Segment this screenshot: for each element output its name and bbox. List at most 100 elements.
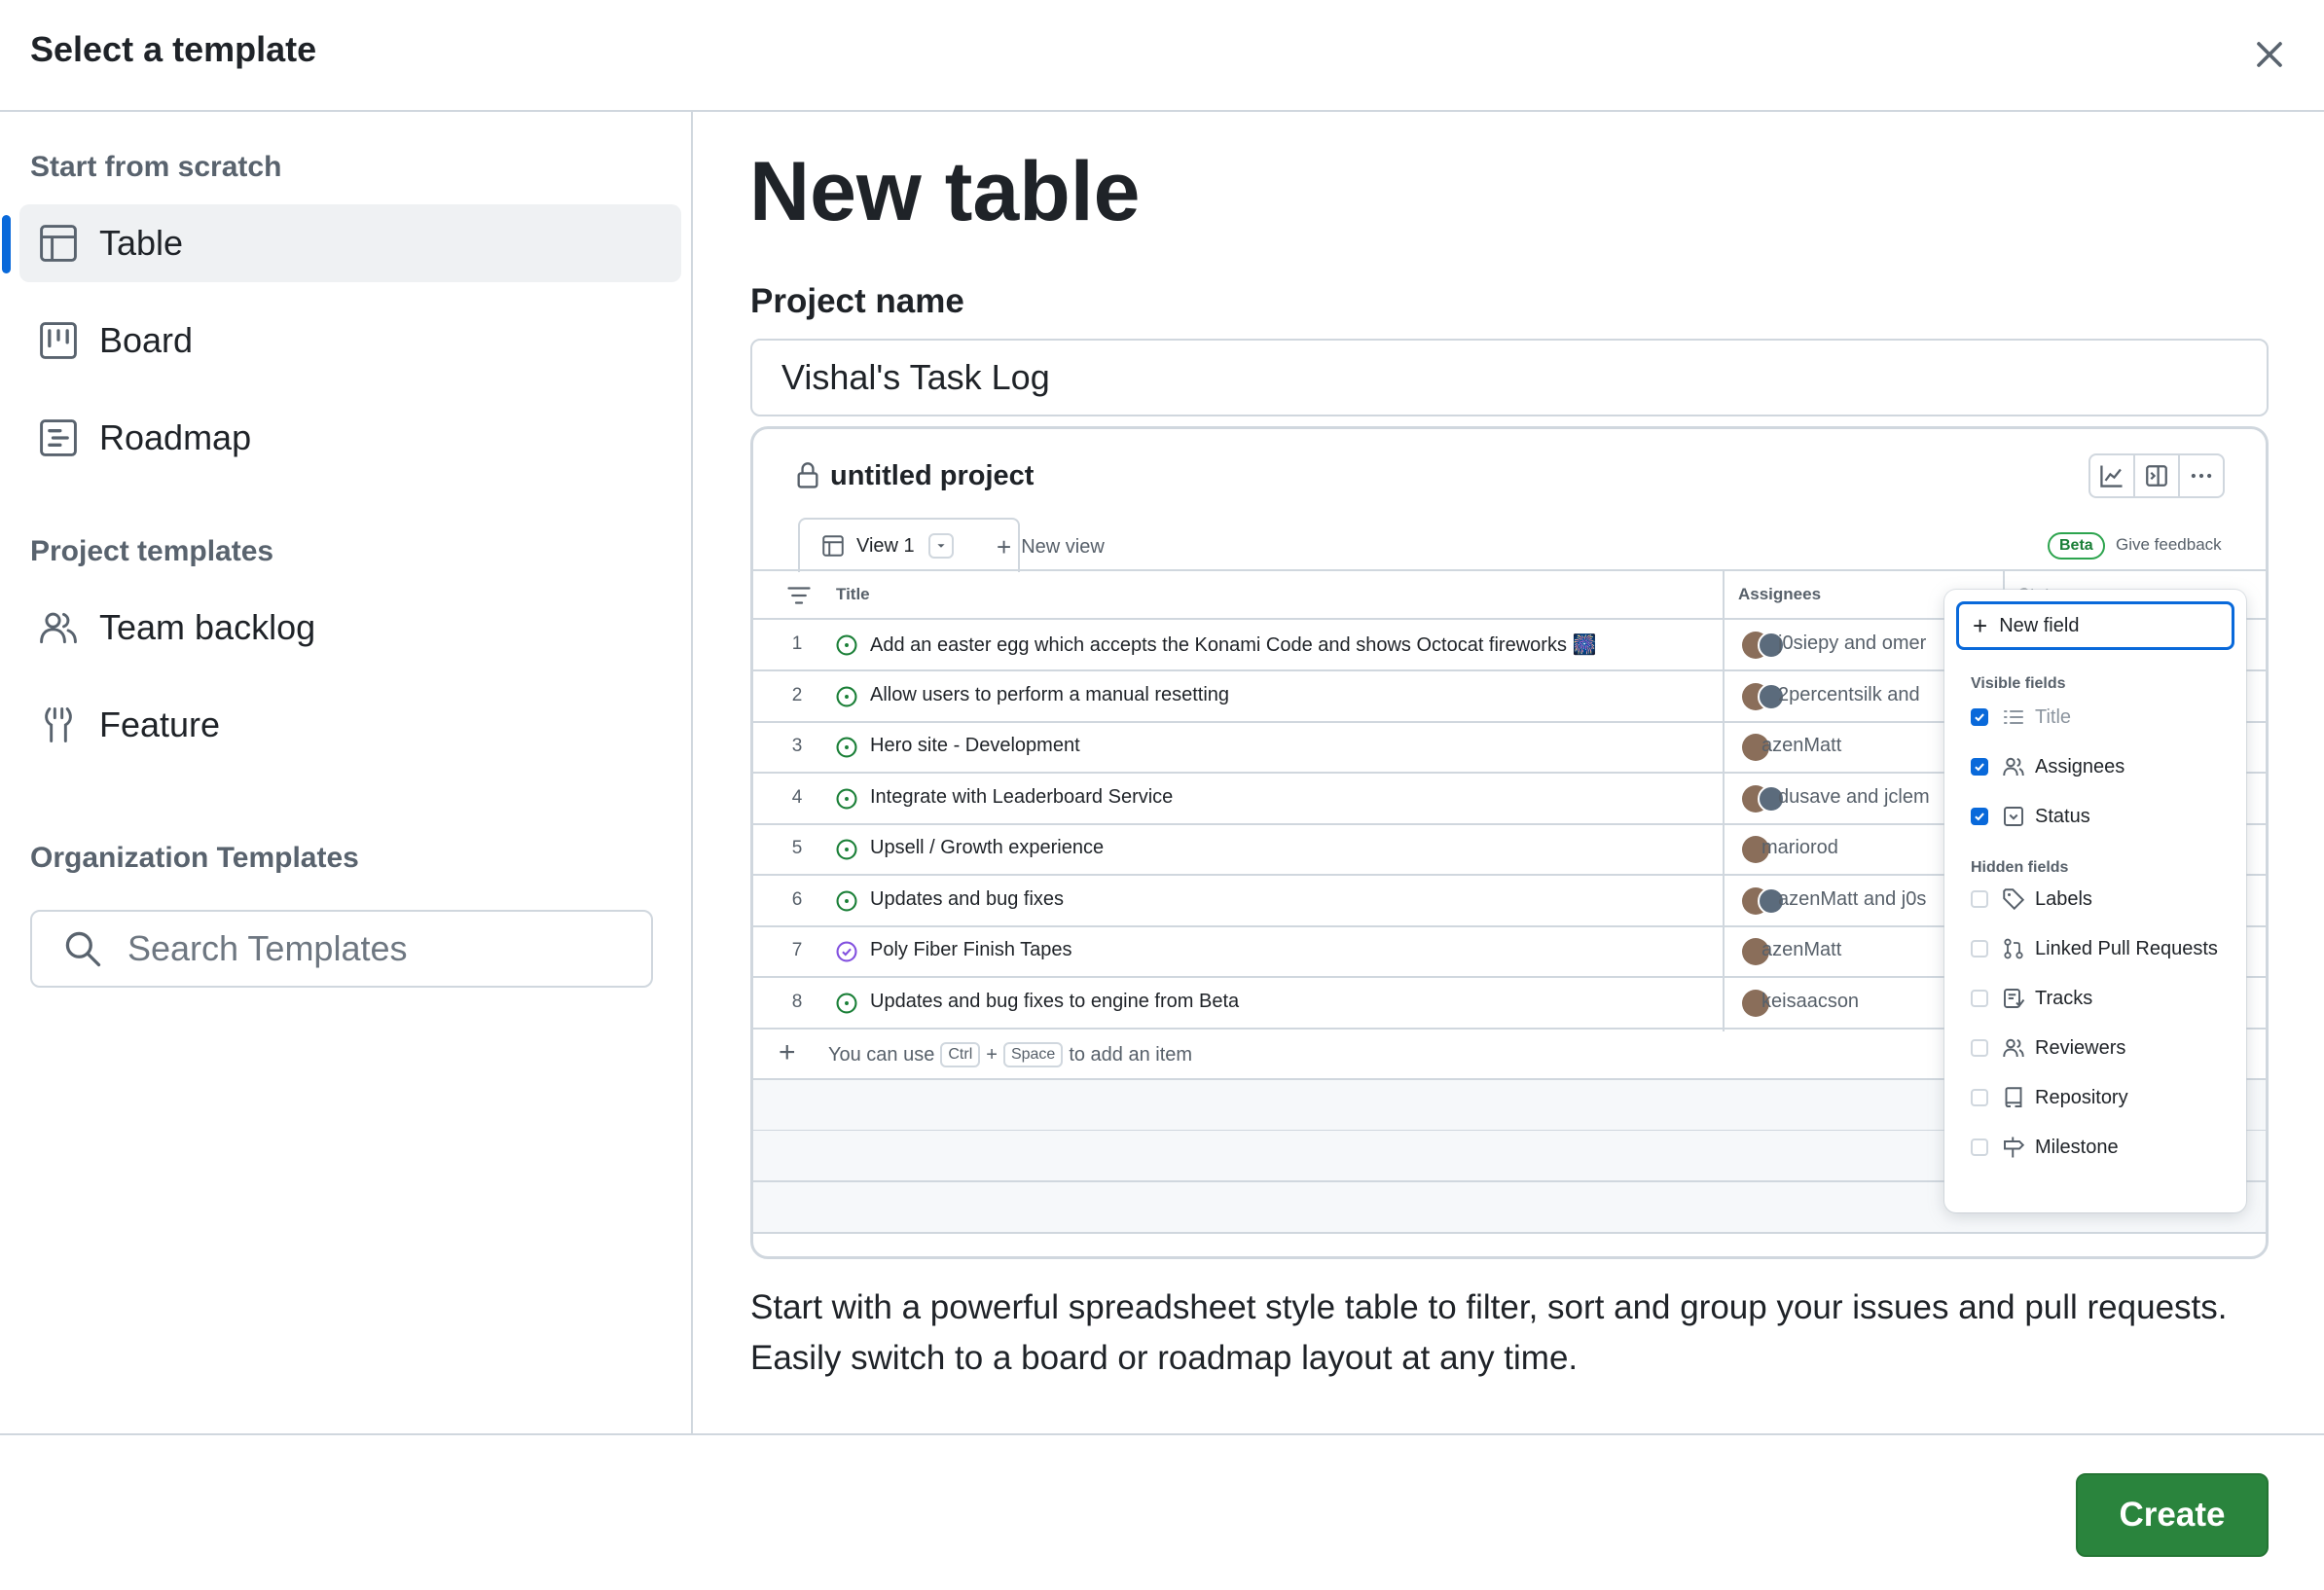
column-assignees: Assignees xyxy=(1738,585,1822,603)
dialog-footer xyxy=(0,1433,2324,1590)
checkbox-unchecked xyxy=(1971,940,1988,958)
new-field-label: New field xyxy=(1999,614,2080,636)
row-number: 1 xyxy=(791,633,803,654)
kbd-ctrl: Ctrl xyxy=(940,1042,981,1067)
people-icon xyxy=(2002,755,2025,778)
row-title: Hero site - Development xyxy=(870,735,1080,756)
field-item-status: Status xyxy=(1971,802,2090,831)
row-assignees: j0siepy and omer xyxy=(1778,632,1927,654)
template-description: Start with a powerful spreadsheet style … xyxy=(750,1288,2228,1377)
new-field-input: + New field xyxy=(1956,601,2234,650)
row-assignees: mariorod xyxy=(1761,837,1838,858)
list-icon xyxy=(2002,705,2025,729)
selected-indicator xyxy=(2,215,11,273)
people-icon xyxy=(37,606,80,649)
template-item-table[interactable]: Table xyxy=(19,204,681,282)
dialog-header: Select a template xyxy=(0,0,2324,112)
org-templates-heading: Organization Templates xyxy=(30,842,359,874)
row-title: Updates and bug fixes xyxy=(870,887,1065,910)
row-number: 8 xyxy=(791,991,803,1012)
add-item-plus: + xyxy=(986,1043,998,1066)
issue-opened-icon xyxy=(836,685,857,707)
triangle-down-icon xyxy=(927,533,954,559)
add-item-prefix: You can use xyxy=(828,1043,935,1066)
template-item-team-backlog[interactable]: Team backlog xyxy=(19,589,681,667)
row-assignees: keisaacson xyxy=(1761,990,1860,1012)
fields-menu: + New field Visible fields Title Assigne… xyxy=(1944,590,2246,1212)
sidebar-expand-icon xyxy=(2135,455,2180,496)
field-item-tracks: Tracks xyxy=(1971,984,2092,1013)
checkbox-checked xyxy=(1971,808,1988,825)
row-number: 5 xyxy=(791,838,803,858)
template-item-roadmap[interactable]: Roadmap xyxy=(19,399,681,477)
field-item-repository: Repository xyxy=(1971,1083,2128,1112)
field-label: Repository xyxy=(2035,1086,2128,1108)
kebab-horizontal-icon xyxy=(2180,455,2223,496)
search-templates-field[interactable] xyxy=(30,910,653,988)
template-preview: untitled project View 1 + New view Beta … xyxy=(750,426,2269,1259)
project-templates-heading: Project templates xyxy=(30,535,274,567)
search-input[interactable] xyxy=(126,927,635,970)
issue-opened-icon xyxy=(836,737,857,758)
template-title: New table xyxy=(749,145,1141,238)
row-number: 7 xyxy=(791,940,803,960)
tracks-icon xyxy=(2002,987,2025,1010)
row-assignees: dusave and jclem xyxy=(1778,785,1930,808)
issue-opened-icon xyxy=(836,634,857,656)
search-icon xyxy=(61,927,104,970)
row-title: Upsell / Growth experience xyxy=(870,837,1105,858)
field-item-title: Title xyxy=(1971,703,2071,732)
template-item-label: Team backlog xyxy=(99,607,316,647)
field-label: Labels xyxy=(2035,887,2092,910)
template-item-feature[interactable]: Feature xyxy=(19,686,681,764)
field-label: Linked Pull Requests xyxy=(2035,937,2218,959)
kbd-space: Space xyxy=(1002,1042,1064,1067)
field-label: Reviewers xyxy=(2035,1036,2126,1059)
column-divider xyxy=(1723,569,1725,1031)
preview-view-tab: View 1 xyxy=(798,518,1020,572)
close-button[interactable] xyxy=(2248,33,2291,76)
field-item-labels: Labels xyxy=(1971,885,2092,914)
template-item-label: Feature xyxy=(99,705,221,744)
preview-beta-badge: Beta xyxy=(2048,532,2105,560)
field-item-milestone: Milestone xyxy=(1971,1133,2119,1162)
visible-fields-heading: Visible fields xyxy=(1971,675,2066,692)
row-number: 6 xyxy=(791,888,803,910)
row-title: Add an easter egg which accepts the Kona… xyxy=(870,634,1597,656)
row-title: Updates and bug fixes to engine from Bet… xyxy=(870,990,1240,1012)
plus-icon: + xyxy=(997,532,1012,561)
people-icon xyxy=(2002,1036,2025,1060)
field-item-linked-pull-requests: Linked Pull Requests xyxy=(1971,934,2218,963)
scratch-heading: Start from scratch xyxy=(30,151,282,183)
row-title: Poly Fiber Finish Tapes xyxy=(870,939,1072,960)
field-label: Milestone xyxy=(2035,1136,2119,1158)
preview-toolbar xyxy=(2088,453,2225,498)
row-assignees: azenMatt xyxy=(1761,939,1842,960)
issue-opened-icon xyxy=(836,839,857,860)
create-button[interactable]: Create xyxy=(2076,1473,2269,1557)
project-name-label: Project name xyxy=(750,282,964,320)
field-item-assignees: Assignees xyxy=(1971,752,2124,781)
row-assignees: 2percentsilk and xyxy=(1778,683,1920,705)
issue-opened-icon xyxy=(836,787,857,810)
row-number: 4 xyxy=(791,786,803,808)
template-item-label: Board xyxy=(99,320,194,360)
field-item-reviewers: Reviewers xyxy=(1971,1033,2125,1063)
row-assignees: azenMatt and j0s xyxy=(1778,887,1927,910)
row-title: Integrate with Leaderboard Service xyxy=(870,785,1174,808)
graph-icon xyxy=(2090,455,2135,496)
checkbox-unchecked xyxy=(1971,1039,1988,1057)
table-icon xyxy=(821,534,845,558)
template-item-board[interactable]: Board xyxy=(19,302,681,379)
checkbox-unchecked xyxy=(1971,990,1988,1007)
preview-new-view-label: New view xyxy=(1021,536,1105,558)
plus-icon: + xyxy=(779,1036,796,1068)
template-item-label: Roadmap xyxy=(99,417,252,457)
issue-opened-icon xyxy=(836,992,857,1014)
milestone-icon xyxy=(2002,1136,2025,1159)
template-sidebar: Start from scratch Table Board Roadmap P… xyxy=(0,112,693,1433)
add-item-suffix: to add an item xyxy=(1069,1043,1193,1066)
project-name-input[interactable] xyxy=(750,339,2269,416)
row-title: Allow users to perform a manual resettin… xyxy=(870,683,1230,705)
field-label: Title xyxy=(2035,705,2072,728)
